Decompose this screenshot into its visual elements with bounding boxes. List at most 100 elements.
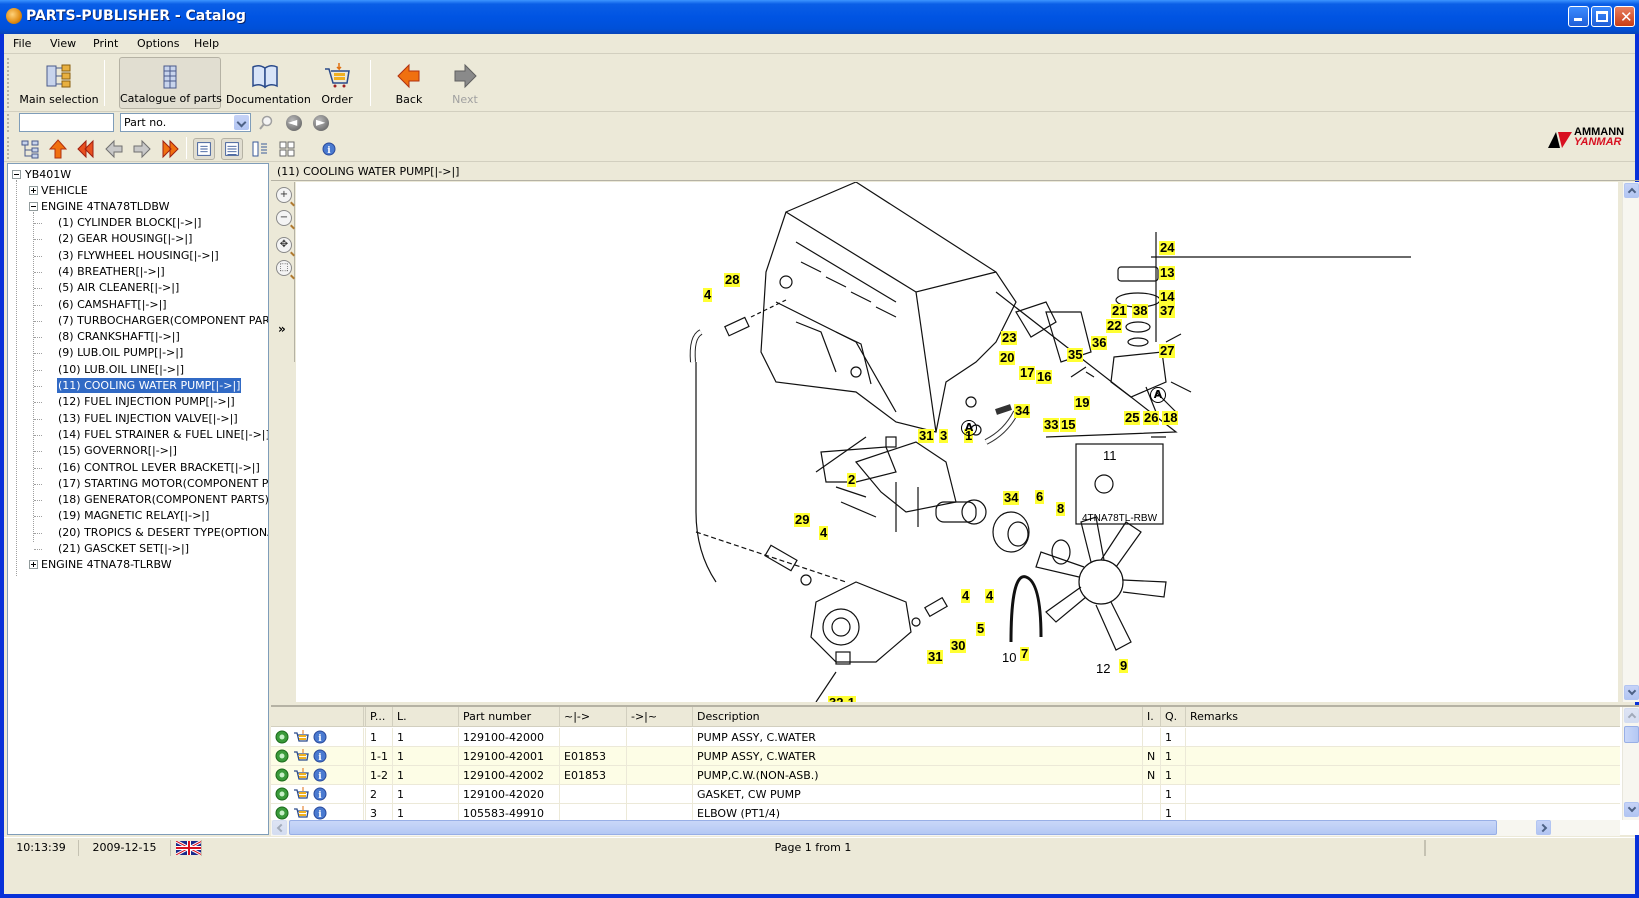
language-flag[interactable] (171, 840, 202, 856)
table-vertical-scrollbar[interactable] (1622, 707, 1639, 820)
collapse-icon[interactable] (29, 202, 38, 211)
tree-node-part-group[interactable]: (1) CYLINDER BLOCK[|->|] (57, 215, 202, 230)
tree-node-part-group[interactable]: (20) TROPICS & DESERT TYPE(OPTIONAL[|->|… (57, 525, 268, 540)
main-selection-button[interactable]: Main selection (18, 57, 100, 109)
column-header-i[interactable]: I. (1142, 707, 1160, 727)
scroll-up-button[interactable] (1624, 708, 1639, 723)
table-row[interactable]: i 2 1 129100-42020 GASKET, CW PUMP 1 (271, 785, 1620, 804)
scroll-left-button[interactable] (272, 820, 287, 835)
menu-options[interactable]: Options (137, 37, 179, 50)
diagram-vertical-scrollbar[interactable] (1622, 182, 1639, 702)
thumbnail-view-icon[interactable] (276, 138, 298, 160)
column-header-position[interactable]: P... (365, 707, 392, 727)
toolbar-grip[interactable] (7, 58, 10, 108)
level-up-arrow-icon[interactable] (47, 138, 69, 160)
gear-icon[interactable] (275, 749, 289, 763)
part-callout[interactable]: 27 (1159, 344, 1176, 358)
tree-node-part-group[interactable]: (11) COOLING WATER PUMP[|->|] (55, 377, 243, 394)
tree-node-part-group[interactable]: (4) BREATHER[|->|] (57, 264, 166, 279)
minimize-button[interactable] (1568, 6, 1589, 27)
scroll-thumb[interactable] (289, 820, 1497, 835)
menu-help[interactable]: Help (194, 37, 219, 50)
menu-file[interactable]: File (13, 37, 31, 50)
add-to-cart-icon[interactable] (293, 768, 309, 782)
zoom-window-icon[interactable]: ⬚ (276, 260, 292, 276)
info-icon[interactable]: i (313, 787, 327, 801)
tree-node-part-group[interactable]: (5) AIR CLEANER[|->|] (57, 280, 180, 295)
table-row[interactable]: i 1 1 129100-42000 PUMP ASSY, C.WATER 1 (271, 728, 1620, 747)
tree-node-part-group[interactable]: (3) FLYWHEEL HOUSING[|->|] (57, 248, 220, 263)
tree-root[interactable]: YB401W (25, 167, 71, 182)
part-callout[interactable]: 34 (1014, 404, 1031, 418)
scroll-down-button[interactable] (1624, 802, 1639, 817)
part-callout[interactable]: 4 (819, 526, 829, 540)
info-icon[interactable]: i (313, 768, 327, 782)
column-header-level[interactable]: L. (392, 707, 458, 727)
part-callout[interactable]: 24 (1159, 241, 1176, 255)
tree-node-part-group[interactable]: (18) GENERATOR(COMPONENT PARTS)[|->|] (57, 492, 268, 507)
tree-node-part-group[interactable]: (6) CAMSHAFT[|->|] (57, 297, 168, 312)
expand-icon[interactable] (29, 186, 38, 195)
previous-page-icon[interactable] (103, 138, 125, 160)
part-callout[interactable]: 31 (927, 650, 944, 664)
add-to-cart-icon[interactable] (293, 749, 309, 763)
gear-icon[interactable] (275, 787, 289, 801)
part-callout[interactable]: 31 (918, 429, 935, 443)
part-callout[interactable]: 23 (1001, 331, 1018, 345)
last-page-icon[interactable] (159, 138, 181, 160)
tree-node-engine-4tna78-tlrbw[interactable]: ENGINE 4TNA78-TLRBW (41, 557, 172, 572)
chevron-down-icon[interactable] (234, 115, 249, 130)
part-callout[interactable]: 13 (1159, 266, 1176, 280)
gear-icon[interactable] (275, 730, 289, 744)
menu-view[interactable]: View (50, 37, 76, 50)
part-callout[interactable]: 38 (1132, 304, 1149, 318)
documentation-button[interactable]: Documentation (226, 57, 311, 109)
part-callout[interactable]: 4 (961, 589, 971, 603)
column-header-description[interactable]: Description (692, 707, 1142, 727)
add-to-cart-icon[interactable] (293, 806, 309, 820)
column-header-part-number[interactable]: Part number (458, 707, 559, 727)
part-callout[interactable]: 28 (724, 273, 741, 287)
tree-node-part-group[interactable]: (8) CRANKSHAFT[|->|] (57, 329, 181, 344)
menu-print[interactable]: Print (93, 37, 118, 50)
part-callout[interactable]: 7 (1020, 647, 1030, 661)
tree-node-part-group[interactable]: (15) GOVERNOR[|->|] (57, 443, 178, 458)
exploded-diagram[interactable]: 24 13 14 4 28 21 22 38 37 23 27 20 17 16 35 36 19 15 25 26 1… (296, 182, 1618, 702)
tree-node-part-group[interactable]: (19) MAGNETIC RELAY[|->|] (57, 508, 210, 523)
maximize-button[interactable] (1591, 6, 1612, 27)
list-view-icon[interactable] (193, 138, 215, 160)
part-callout[interactable]: 9 (1119, 659, 1129, 673)
part-callout[interactable]: 15 (1060, 418, 1077, 432)
part-callout[interactable]: 30 (950, 639, 967, 653)
zoom-in-icon[interactable]: + (276, 187, 292, 203)
part-callout[interactable]: 16 (1036, 370, 1053, 384)
split-view-icon[interactable] (249, 138, 271, 160)
part-callout[interactable]: 35 (1067, 348, 1084, 362)
part-callout[interactable]: 34 (1003, 491, 1020, 505)
part-callout[interactable]: 3 (939, 429, 949, 443)
table-row[interactable]: i 1-2 1 129100-42002 E01853 PUMP,C.W.(NON-ASB… (271, 766, 1620, 785)
catalogue-of-parts-button[interactable]: Catalogue of parts (119, 57, 222, 109)
info-icon[interactable]: i (313, 730, 327, 744)
table-horizontal-scrollbar[interactable] (271, 820, 1620, 836)
scroll-up-button[interactable] (1624, 183, 1639, 198)
part-callout[interactable]: 5 (976, 622, 986, 636)
search-input[interactable] (19, 113, 114, 132)
order-button[interactable]: Order (314, 57, 360, 109)
tree-node-engine-4tna78tldbw[interactable]: ENGINE 4TNA78TLDBW (41, 199, 169, 214)
column-header-quantity[interactable]: Q. (1160, 707, 1185, 727)
toolbar2-grip[interactable] (7, 137, 10, 159)
table-row[interactable]: i 1-1 1 129100-42001 E01853 PUMP ASSY, C.WATE… (271, 747, 1620, 766)
scroll-right-button[interactable] (1536, 820, 1551, 835)
tree-node-part-group[interactable]: (17) STARTING MOTOR(COMPONENT PARTS)[|->… (57, 476, 268, 491)
expand-panel-button[interactable]: » (278, 322, 286, 336)
collapse-icon[interactable] (12, 170, 21, 179)
tree-node-part-group[interactable]: (10) LUB.OIL LINE[|->|] (57, 362, 185, 377)
add-to-cart-icon[interactable] (293, 787, 309, 801)
info-icon[interactable]: i (313, 806, 327, 820)
tree-node-vehicle[interactable]: VEHICLE (41, 183, 88, 198)
part-callout[interactable]: 29 (794, 513, 811, 527)
part-callout[interactable]: 18 (1162, 411, 1179, 425)
part-callout[interactable]: 14 (1159, 290, 1176, 304)
search-field-select[interactable]: Part no. (120, 113, 251, 132)
